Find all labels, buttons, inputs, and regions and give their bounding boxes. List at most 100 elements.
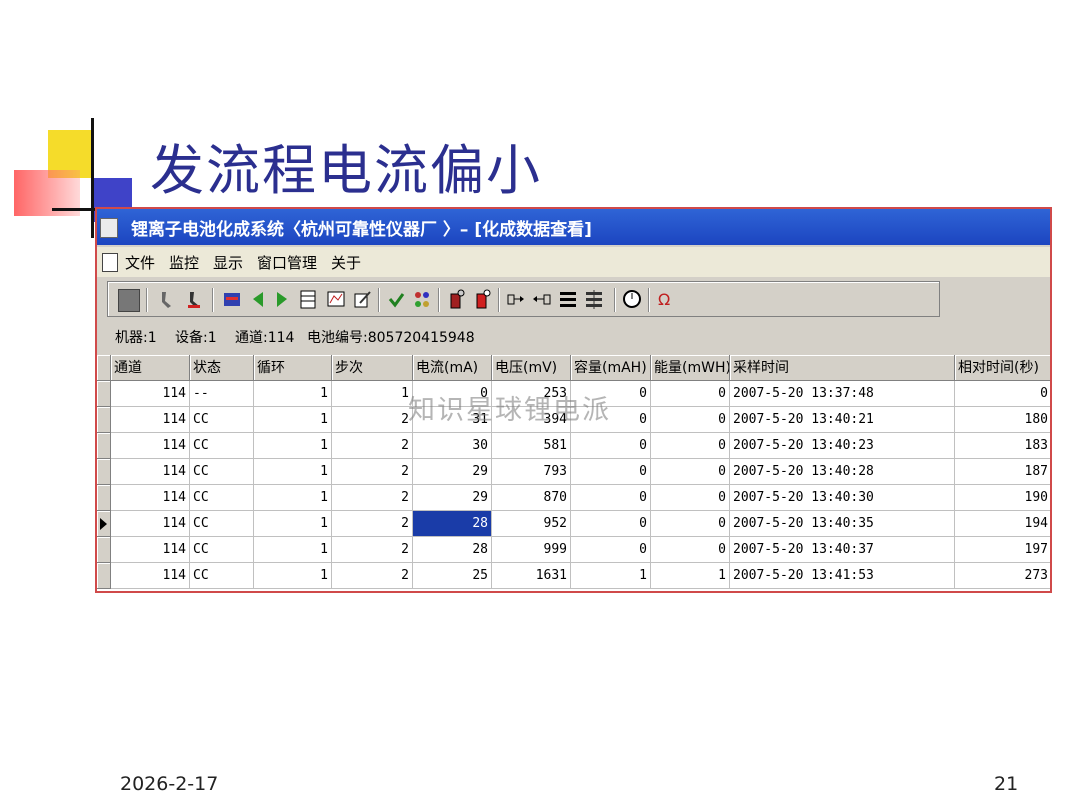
table-row[interactable]: 114 CC 1 2 29 870 0 0 2007-5-20 13:40:30 190 — [97, 485, 1050, 511]
battery-icon[interactable] — [446, 289, 466, 310]
cell-voltage[interactable]: 793 — [492, 459, 571, 485]
cell-status[interactable]: CC — [190, 459, 254, 485]
window-titlebar[interactable]: 锂离子电池化成系统〈杭州可靠性仪器厂 〉– [化成数据查看] — [97, 209, 1050, 245]
row-indicator[interactable] — [97, 485, 111, 511]
cell-cycle[interactable]: 1 — [254, 433, 332, 459]
column-header-current[interactable]: 电流(mA) — [413, 355, 492, 381]
menu-about[interactable]: 关于 — [331, 252, 361, 273]
cell-energy[interactable]: 0 — [651, 537, 730, 563]
cell-capacity[interactable]: 0 — [571, 433, 651, 459]
cell-step[interactable]: 1 — [332, 381, 413, 407]
cell-sample-time[interactable]: 2007-5-20 13:40:21 — [730, 407, 955, 433]
cell-step[interactable]: 2 — [332, 485, 413, 511]
cell-current[interactable]: 25 — [413, 563, 492, 589]
back-arrow-icon[interactable] — [248, 289, 268, 310]
cell-capacity[interactable]: 0 — [571, 459, 651, 485]
cell-step[interactable]: 2 — [332, 537, 413, 563]
cell-status[interactable]: CC — [190, 537, 254, 563]
cell-step[interactable]: 2 — [332, 407, 413, 433]
cell-energy[interactable]: 0 — [651, 381, 730, 407]
walk-icon[interactable] — [156, 289, 176, 310]
forward-arrow-icon[interactable] — [272, 289, 292, 310]
group-icon[interactable] — [412, 289, 432, 310]
cell-status[interactable]: -- — [190, 381, 254, 407]
row-indicator[interactable] — [97, 407, 111, 433]
cell-relative-time[interactable]: 183 — [955, 433, 1050, 459]
table-row[interactable]: 114 CC 1 2 28 999 0 0 2007-5-20 13:40:37 197 — [97, 537, 1050, 563]
check-icon[interactable] — [386, 289, 406, 310]
cell-sample-time[interactable]: 2007-5-20 13:37:48 — [730, 381, 955, 407]
menu-display[interactable]: 显示 — [213, 252, 243, 273]
cell-energy[interactable]: 0 — [651, 485, 730, 511]
cell-channel[interactable]: 114 — [111, 433, 190, 459]
cell-status[interactable]: CC — [190, 485, 254, 511]
cell-sample-time[interactable]: 2007-5-20 13:40:28 — [730, 459, 955, 485]
cell-channel[interactable]: 114 — [111, 381, 190, 407]
stack-alt-icon[interactable] — [584, 289, 604, 310]
cell-capacity[interactable]: 0 — [571, 537, 651, 563]
stack-icon[interactable] — [558, 289, 578, 310]
cell-voltage[interactable]: 870 — [492, 485, 571, 511]
cell-voltage[interactable]: 1631 — [492, 563, 571, 589]
column-header-relative-time[interactable]: 相对时间(秒) — [955, 355, 1050, 381]
table-row[interactable]: 114 CC 1 2 28 952 0 0 2007-5-20 13:40:35 194 — [97, 511, 1050, 537]
table-row[interactable]: 114 CC 1 2 29 793 0 0 2007-5-20 13:40:28 187 — [97, 459, 1050, 485]
cell-cycle[interactable]: 1 — [254, 485, 332, 511]
cell-relative-time[interactable]: 187 — [955, 459, 1050, 485]
cell-cycle[interactable]: 1 — [254, 563, 332, 589]
cell-sample-time[interactable]: 2007-5-20 13:40:23 — [730, 433, 955, 459]
cell-voltage[interactable]: 952 — [492, 511, 571, 537]
cell-step[interactable]: 2 — [332, 459, 413, 485]
column-header-sample-time[interactable]: 采样时间 — [730, 355, 955, 381]
row-indicator[interactable] — [97, 433, 111, 459]
cell-cycle[interactable]: 1 — [254, 511, 332, 537]
cell-energy[interactable]: 0 — [651, 433, 730, 459]
cell-sample-time[interactable]: 2007-5-20 13:41:53 — [730, 563, 955, 589]
walk-red-icon[interactable] — [184, 289, 204, 310]
cell-relative-time[interactable]: 180 — [955, 407, 1050, 433]
cell-step[interactable]: 2 — [332, 511, 413, 537]
column-header-cycle[interactable]: 循环 — [254, 355, 332, 381]
cell-energy[interactable]: 0 — [651, 407, 730, 433]
column-header-voltage[interactable]: 电压(mV) — [492, 355, 571, 381]
cell-energy[interactable]: 0 — [651, 459, 730, 485]
cell-current[interactable]: 29 — [413, 485, 492, 511]
column-header-energy[interactable]: 能量(mWH) — [651, 355, 730, 381]
cell-status[interactable]: CC — [190, 407, 254, 433]
cell-channel[interactable]: 114 — [111, 511, 190, 537]
cell-capacity[interactable]: 0 — [571, 511, 651, 537]
row-indicator[interactable] — [97, 537, 111, 563]
chart-icon[interactable] — [222, 289, 242, 310]
row-indicator[interactable] — [97, 511, 111, 537]
menu-file[interactable]: 文件 — [125, 252, 155, 273]
cell-current[interactable]: 28 — [413, 511, 492, 537]
column-header-step[interactable]: 步次 — [332, 355, 413, 381]
cell-cycle[interactable]: 1 — [254, 407, 332, 433]
stop-icon[interactable] — [118, 289, 140, 312]
cell-sample-time[interactable]: 2007-5-20 13:40:30 — [730, 485, 955, 511]
cell-relative-time[interactable]: 190 — [955, 485, 1050, 511]
cell-status[interactable]: CC — [190, 511, 254, 537]
cell-channel[interactable]: 114 — [111, 407, 190, 433]
row-indicator[interactable] — [97, 563, 111, 589]
row-indicator[interactable] — [97, 381, 111, 407]
cell-status[interactable]: CC — [190, 563, 254, 589]
cell-channel[interactable]: 114 — [111, 563, 190, 589]
clock-icon[interactable] — [622, 289, 642, 310]
menu-monitor[interactable]: 监控 — [169, 252, 199, 273]
cell-capacity[interactable]: 1 — [571, 563, 651, 589]
cell-step[interactable]: 2 — [332, 433, 413, 459]
cell-energy[interactable]: 1 — [651, 563, 730, 589]
link-icon[interactable] — [506, 289, 526, 310]
cell-current[interactable]: 30 — [413, 433, 492, 459]
omega-icon[interactable]: Ω — [656, 289, 676, 310]
cell-voltage[interactable]: 581 — [492, 433, 571, 459]
graph-icon[interactable] — [326, 289, 346, 310]
cell-step[interactable]: 2 — [332, 563, 413, 589]
column-header-capacity[interactable]: 容量(mAH) — [571, 355, 651, 381]
cell-channel[interactable]: 114 — [111, 485, 190, 511]
table-row[interactable]: 114 CC 1 2 25 1631 1 1 2007-5-20 13:41:53 273 — [97, 563, 1050, 589]
cell-channel[interactable]: 114 — [111, 537, 190, 563]
cell-status[interactable]: CC — [190, 433, 254, 459]
column-header-status[interactable]: 状态 — [190, 355, 254, 381]
